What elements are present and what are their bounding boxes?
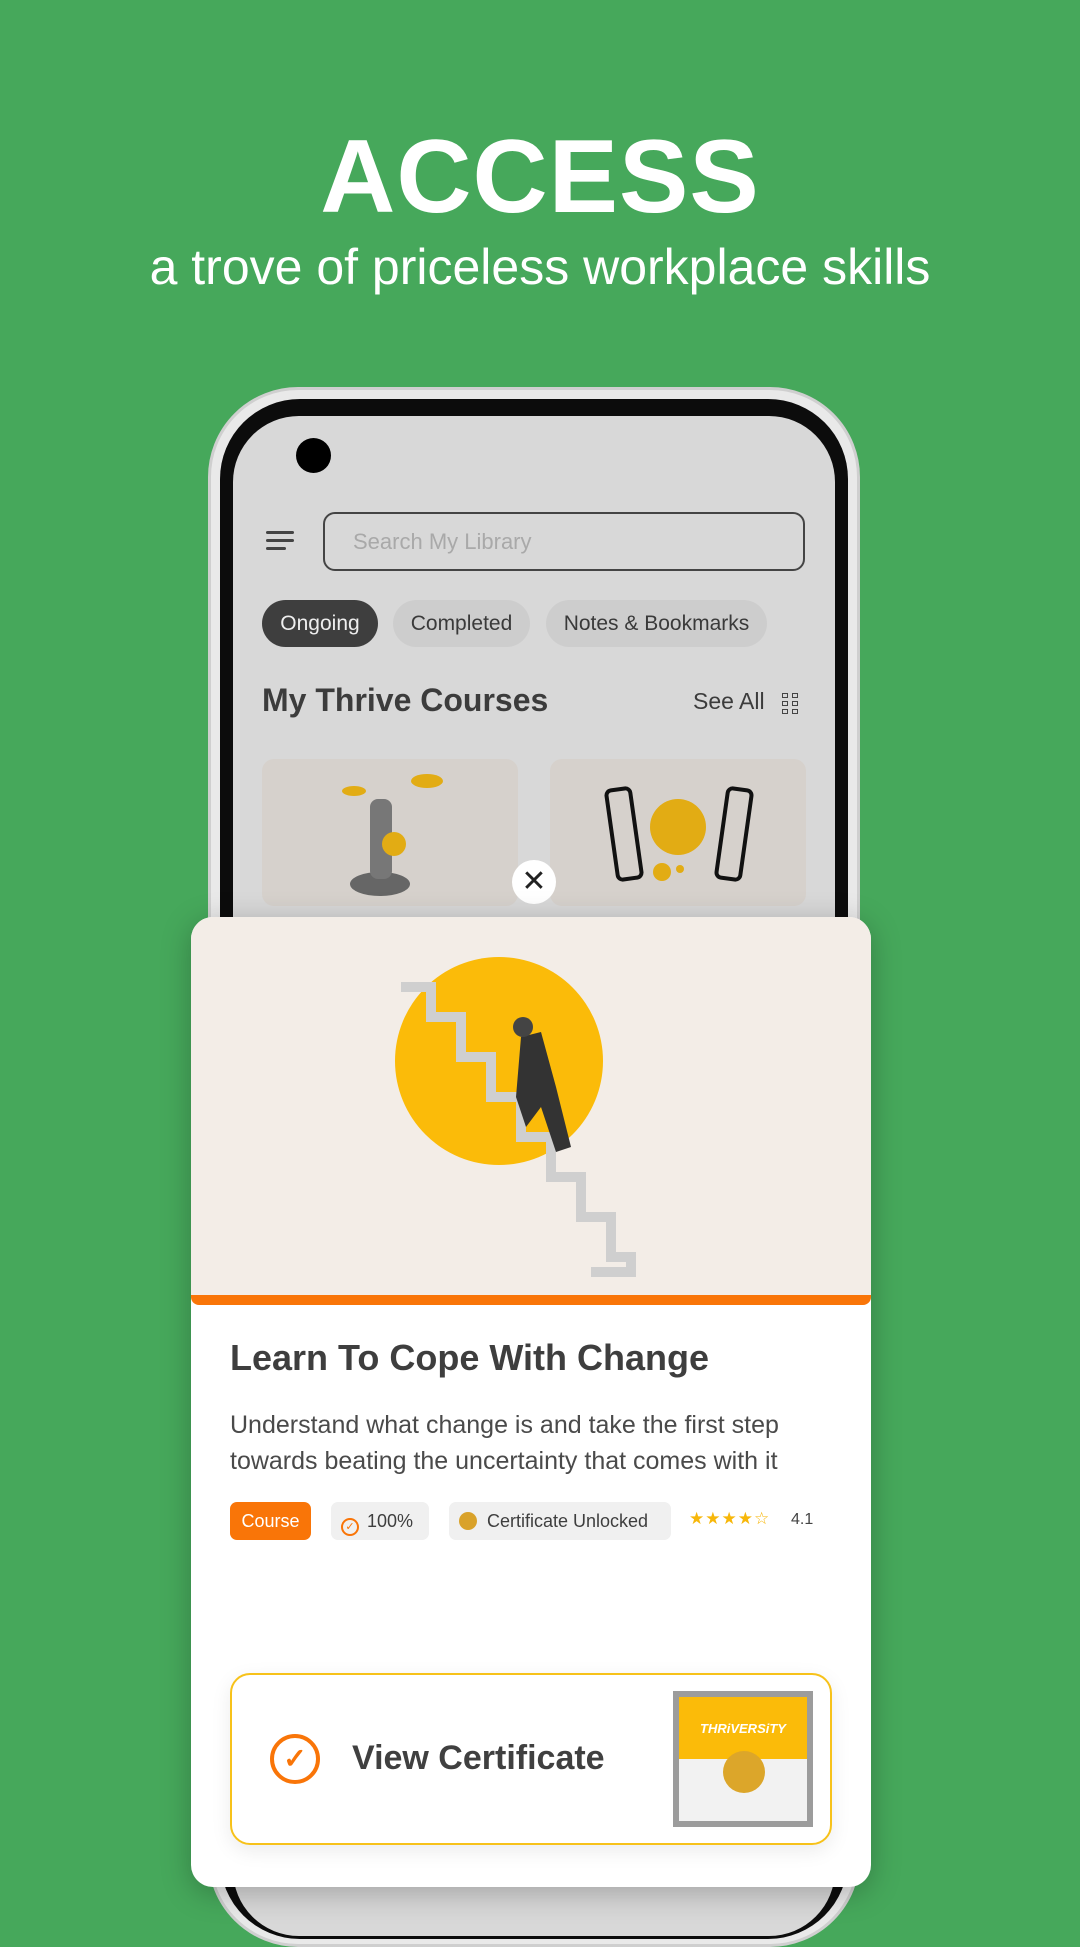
course-type-badge: Course: [230, 1502, 311, 1540]
view-certificate-button[interactable]: ✓ View Certificate THRiVERSiTY: [230, 1673, 832, 1845]
certificate-brand: THRiVERSiTY: [679, 1697, 807, 1759]
check-circle-icon: ✓: [341, 1518, 359, 1536]
grid-icon[interactable]: [782, 693, 798, 714]
course-modal: Learn To Cope With Change Understand wha…: [191, 917, 871, 1887]
check-circle-icon: ✓: [270, 1734, 320, 1784]
course-card[interactable]: [550, 759, 806, 906]
course-thumbnail-image: [604, 786, 754, 882]
progress-bar: [191, 1295, 871, 1305]
medal-icon: [459, 1512, 477, 1530]
see-all-link[interactable]: See All: [693, 688, 765, 715]
progress-badge: ✓ 100%: [331, 1502, 429, 1540]
course-card[interactable]: [262, 759, 518, 906]
course-hero-image: [191, 917, 871, 1295]
search-input[interactable]: Search My Library: [323, 512, 805, 571]
certificate-status: Certificate Unlocked: [487, 1511, 649, 1531]
promo-subtitle: a trove of priceless workplace skills: [149, 239, 931, 295]
rating-value: 4.1: [791, 1511, 814, 1528]
course-description: Understand what change is and take the f…: [230, 1411, 779, 1475]
seal-icon: [723, 1751, 765, 1793]
camera-icon: [296, 438, 331, 473]
tab-completed[interactable]: Completed: [393, 600, 530, 647]
menu-icon[interactable]: [266, 531, 296, 551]
tab-ongoing[interactable]: Ongoing: [262, 600, 378, 647]
certificate-thumbnail: THRiVERSiTY: [673, 1691, 813, 1827]
tab-notes-bookmarks[interactable]: Notes & Bookmarks: [546, 600, 767, 647]
view-certificate-label: View Certificate: [352, 1739, 605, 1777]
certificate-badge: Certificate Unlocked: [449, 1502, 671, 1540]
section-title: My Thrive Courses: [262, 682, 549, 718]
course-thumbnail-image: [342, 774, 443, 896]
promo-headline: ACCESS: [320, 119, 760, 235]
progress-value: 100%: [367, 1511, 414, 1531]
course-title: Learn To Cope With Change: [230, 1337, 710, 1378]
close-icon[interactable]: ✕: [512, 860, 556, 904]
star-rating-icon: ★★★★☆: [689, 1509, 771, 1528]
